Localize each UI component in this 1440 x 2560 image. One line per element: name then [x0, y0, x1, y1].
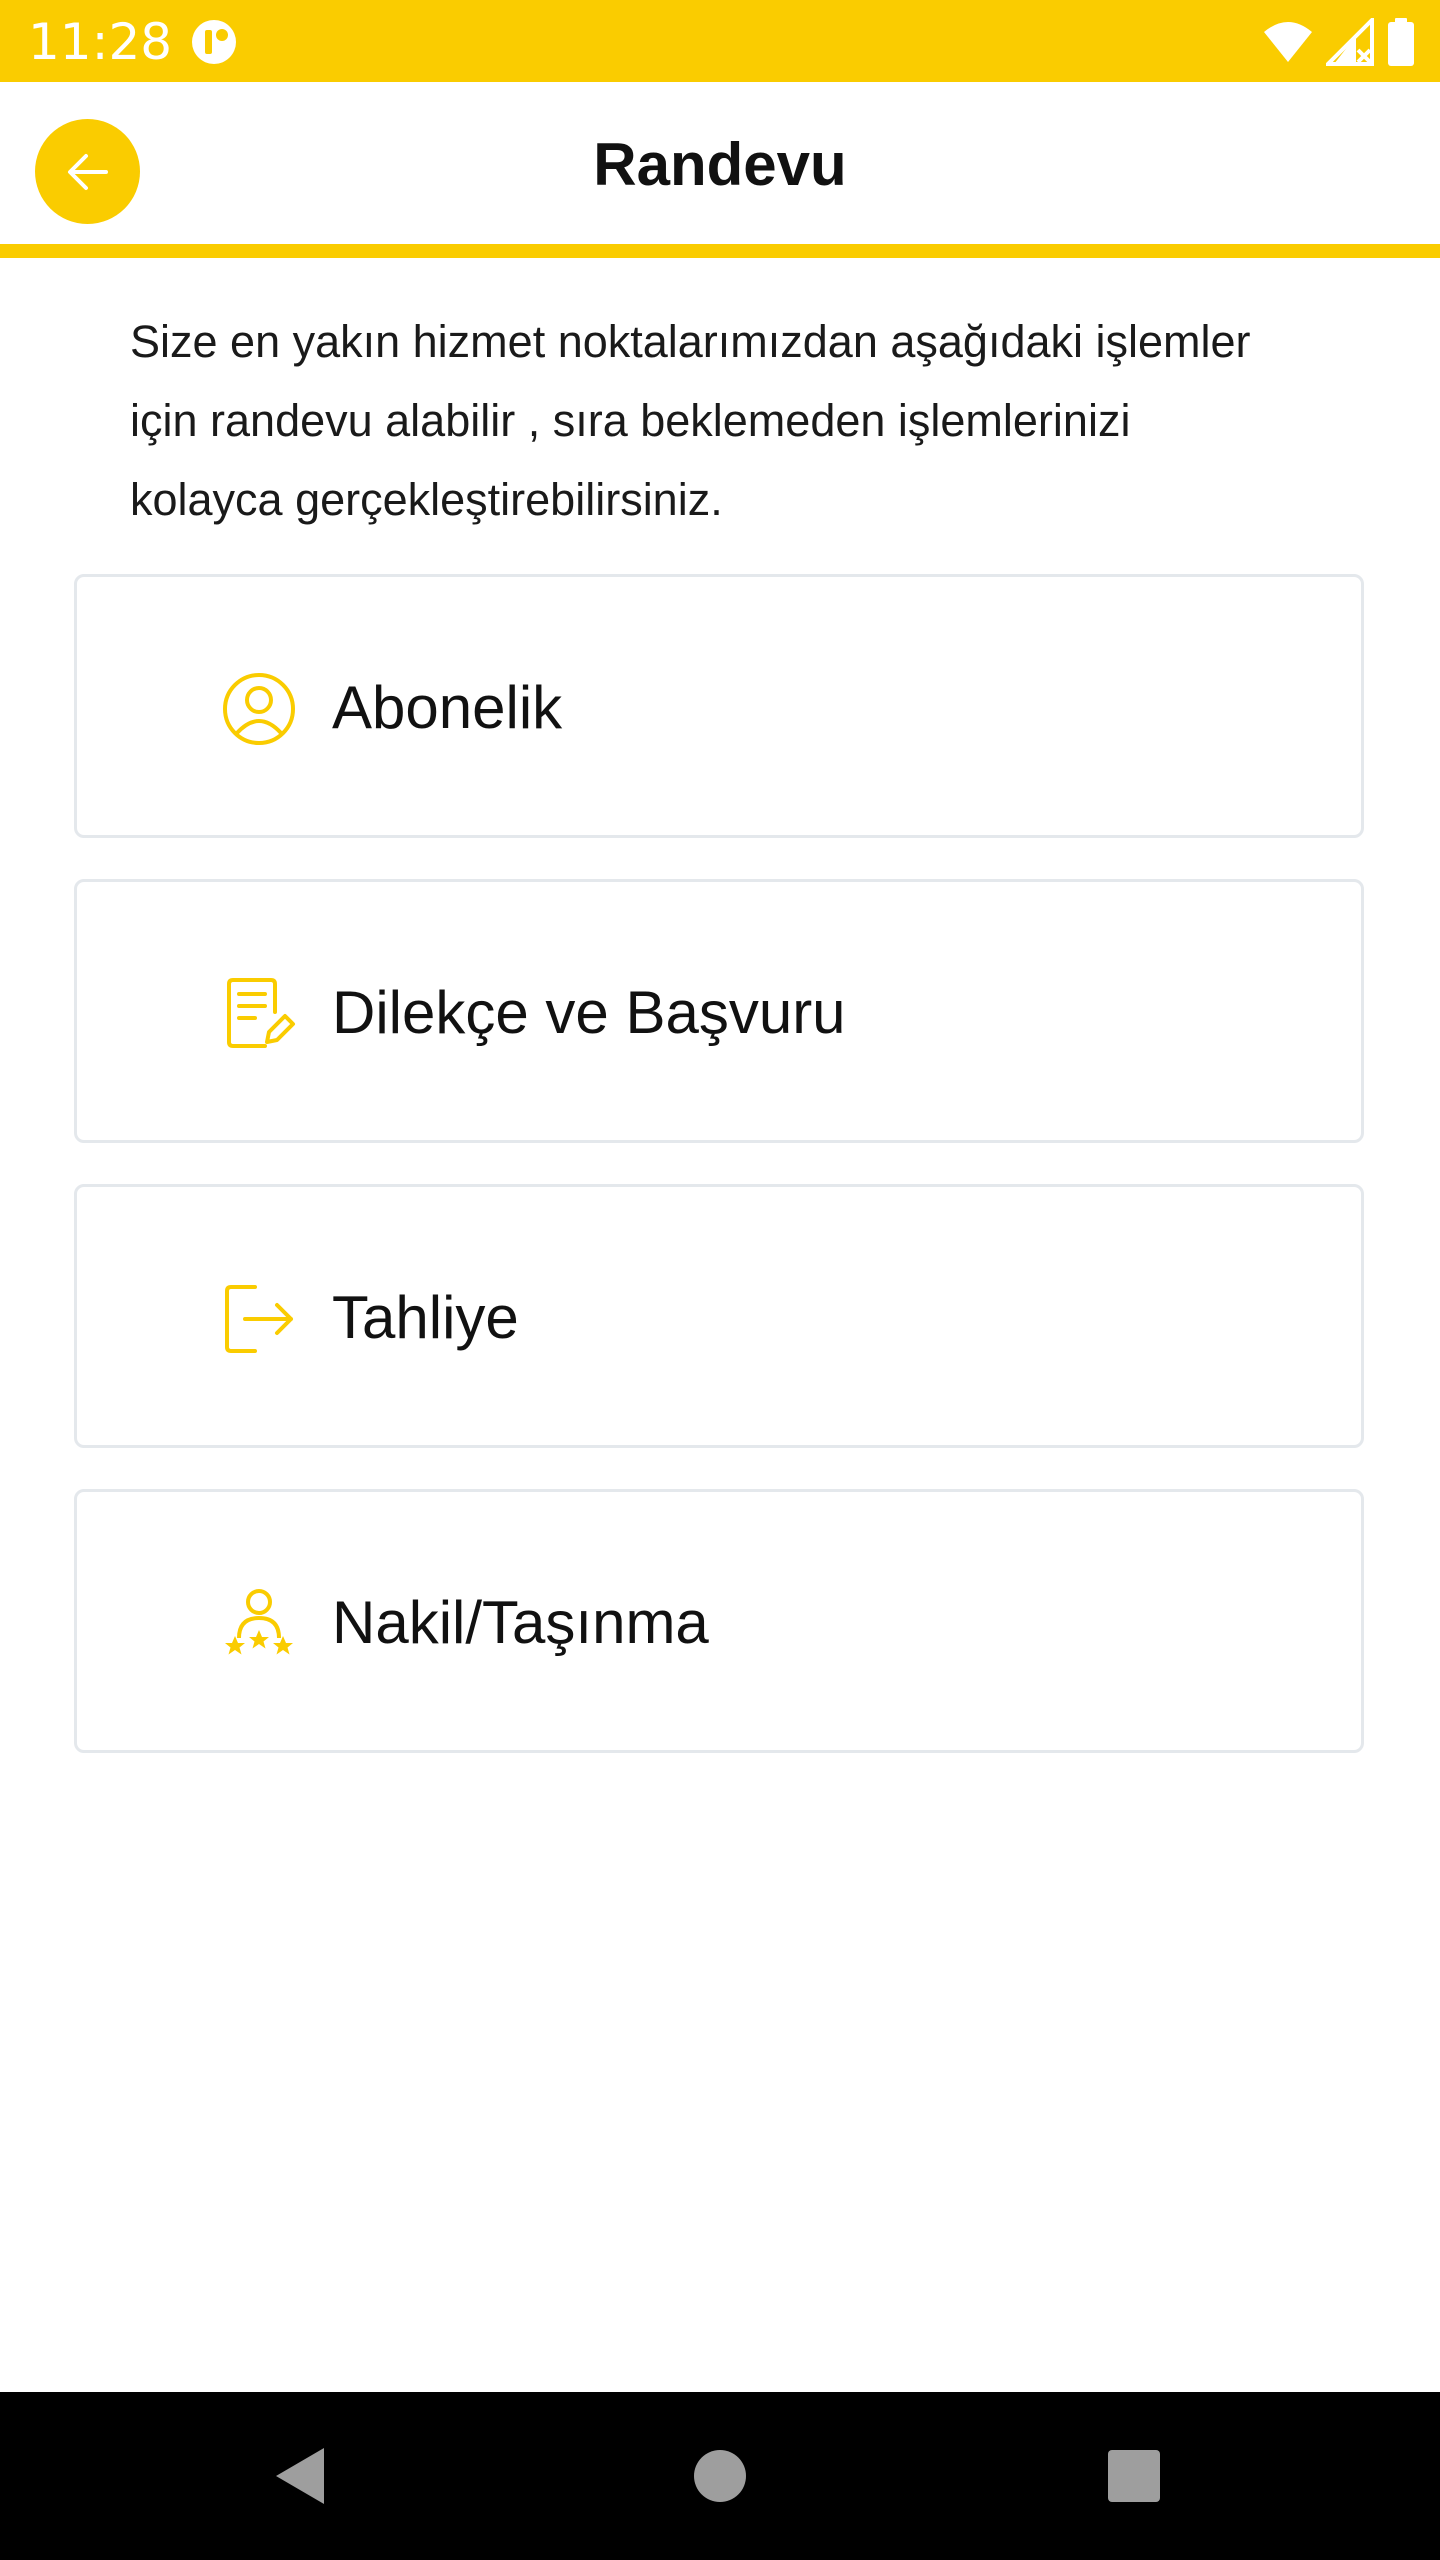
wifi-icon [1264, 22, 1312, 62]
nav-recents-button[interactable] [1092, 2434, 1176, 2518]
nav-back-button[interactable] [258, 2434, 342, 2518]
app-notification-icon [192, 20, 236, 64]
exit-icon [225, 1285, 293, 1353]
back-triangle-icon [276, 2448, 324, 2504]
app-bar: Randevu [0, 82, 1440, 258]
option-card-tahliye[interactable]: Tahliye [74, 1184, 1364, 1448]
page-title: Randevu [593, 131, 847, 198]
intro-text: Size en yakın hizmet noktalarımızdan aşa… [130, 302, 1310, 539]
home-circle-icon [694, 2450, 746, 2502]
user-circle-icon [223, 673, 295, 745]
intro-line-2: için randevu alabilir , sıra beklemeden … [130, 395, 1131, 446]
status-bar: 11:28 [0, 0, 1440, 82]
nav-home-button[interactable] [678, 2434, 762, 2518]
option-card-nakil-tasinma[interactable]: Nakil/Taşınma [74, 1489, 1364, 1753]
option-card-abonelik[interactable]: Abonelik [74, 574, 1364, 838]
status-time: 11:28 [28, 13, 173, 71]
option-card-dilekce-ve-basvuru[interactable]: Dilekçe ve Başvuru [74, 879, 1364, 1143]
system-nav-bar [0, 2392, 1440, 2560]
intro-line-1: Size en yakın hizmet noktalarımızdan aşa… [130, 316, 1251, 367]
battery-icon [1388, 18, 1414, 66]
intro-line-3: kolayca gerçekleştirebilirsiniz. [130, 474, 723, 525]
signal-icon [1326, 18, 1374, 66]
option-label: Nakil/Taşınma [332, 1589, 709, 1656]
option-label: Dilekçe ve Başvuru [332, 979, 846, 1046]
status-icons [1262, 16, 1416, 68]
user-stars-icon [225, 1589, 293, 1655]
document-edit-icon [227, 978, 295, 1048]
option-label: Tahliye [332, 1284, 519, 1351]
option-label: Abonelik [332, 674, 563, 741]
recents-square-icon [1108, 2450, 1160, 2502]
